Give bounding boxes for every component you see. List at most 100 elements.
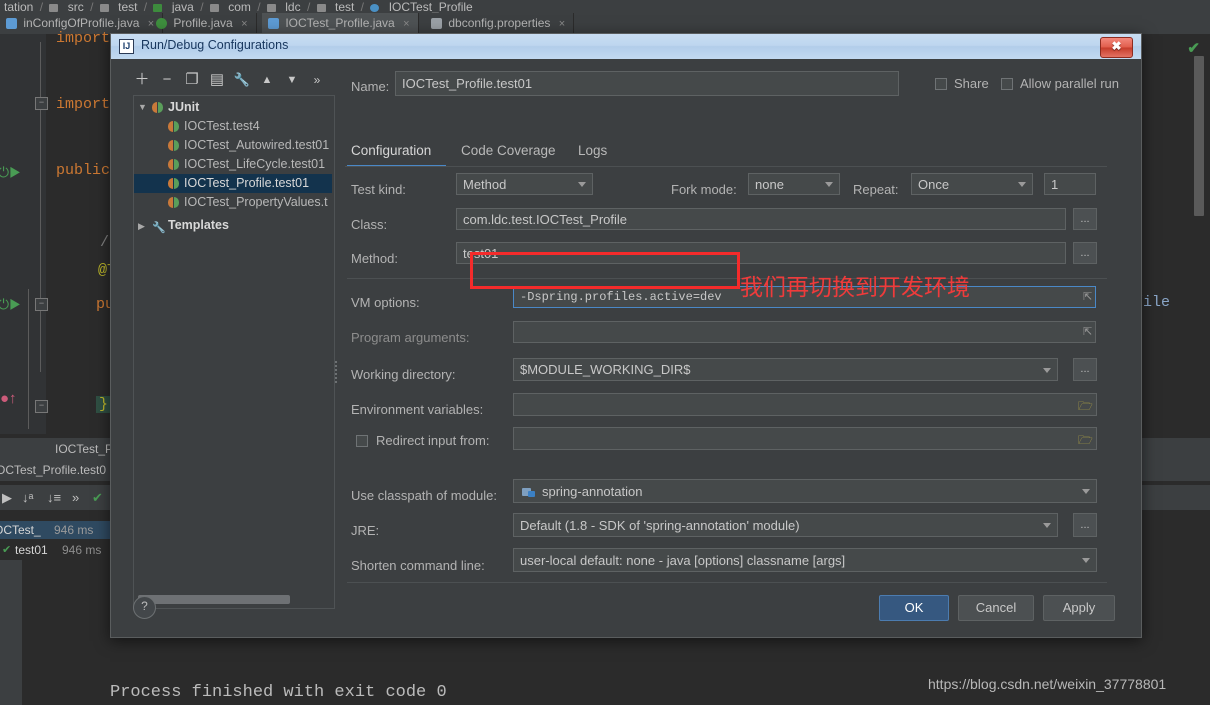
working-directory-input[interactable]: $MODULE_WORKING_DIR$ bbox=[513, 358, 1058, 381]
fold-collapse-icon[interactable]: − bbox=[35, 298, 48, 311]
environment-variables-input[interactable] bbox=[513, 393, 1097, 416]
test-passed-icon: ✔ bbox=[2, 544, 12, 556]
tree-node-junit[interactable]: ▼ JUnit bbox=[134, 98, 332, 117]
cancel-button[interactable]: Cancel bbox=[958, 595, 1034, 621]
classpath-module-select[interactable]: spring-annotation bbox=[513, 479, 1097, 503]
program-arguments-input[interactable] bbox=[513, 321, 1096, 343]
chevron-down-icon[interactable] bbox=[1018, 182, 1026, 187]
breadcrumb-item[interactable]: src bbox=[64, 0, 84, 14]
jre-browse-button[interactable]: ... bbox=[1073, 513, 1097, 537]
fork-mode-select[interactable]: none bbox=[748, 173, 840, 195]
chevron-down-icon[interactable] bbox=[1082, 558, 1090, 563]
test-kind-select[interactable]: Method bbox=[456, 173, 593, 195]
editor-tab[interactable]: dbconfig.properties × bbox=[425, 13, 575, 34]
remove-icon[interactable]: − bbox=[158, 67, 176, 93]
chevron-down-icon[interactable] bbox=[1043, 367, 1051, 373]
check-icon[interactable]: ✔ bbox=[92, 485, 103, 510]
dialog-titlebar[interactable]: IJ Run/Debug Configurations ✖ bbox=[111, 34, 1141, 60]
chevron-right-icon[interactable]: ▶ bbox=[138, 217, 145, 236]
tree-item-ioctest-profile[interactable]: IOCTest_Profile.test01 bbox=[134, 174, 332, 193]
name-input[interactable]: IOCTest_Profile.test01 bbox=[395, 71, 899, 96]
add-icon[interactable]: ＋ bbox=[133, 67, 151, 93]
method-input[interactable]: test01 bbox=[456, 242, 1066, 264]
redirect-input-field[interactable] bbox=[513, 427, 1097, 450]
inspection-ok-icon: ✔ bbox=[1187, 40, 1200, 57]
tree-item-ioctest-lifecycle[interactable]: IOCTest_LifeCycle.test01 bbox=[134, 155, 332, 174]
chevron-down-icon[interactable]: ▼ bbox=[138, 98, 147, 117]
breadcrumb-item[interactable]: ldc bbox=[281, 0, 300, 14]
rerun-icon[interactable]: ▶ bbox=[2, 485, 12, 510]
sort-alpha-icon[interactable]: ↓ᵃ bbox=[22, 485, 33, 510]
editor-tab-active[interactable]: IOCTest_Profile.java × bbox=[262, 13, 419, 34]
more-icon[interactable]: » bbox=[308, 67, 326, 93]
move-down-icon[interactable]: ▼ bbox=[283, 67, 301, 93]
close-icon[interactable]: ✖ bbox=[1100, 37, 1133, 58]
test-result-name: OCTest_ bbox=[0, 523, 41, 537]
copy-icon[interactable]: ❐ bbox=[183, 67, 201, 93]
help-button[interactable]: ? bbox=[133, 596, 156, 619]
allow-parallel-run-checkbox[interactable] bbox=[1001, 78, 1013, 90]
chevron-down-icon[interactable] bbox=[1082, 489, 1090, 494]
chevron-down-icon[interactable] bbox=[825, 182, 833, 187]
configurations-tree[interactable]: ▼ JUnit IOCTest.test4 IOCTest_Autowired.… bbox=[133, 95, 335, 609]
move-up-icon[interactable]: ▲ bbox=[258, 67, 276, 93]
breadcrumb-item[interactable]: IOCTest_Profile bbox=[385, 0, 473, 14]
close-icon[interactable]: × bbox=[559, 18, 565, 30]
close-icon[interactable]: × bbox=[403, 18, 409, 30]
save-icon[interactable]: ▤ bbox=[208, 67, 226, 93]
dialog-body: ＋ − ❐ ▤ 🔧 ▲ ▼ » ▼ JUnit IOCTest.test4 IO… bbox=[111, 59, 1141, 637]
modified-marker-icon: ●↑ bbox=[0, 390, 17, 407]
sort-duration-icon[interactable]: ↓≡ bbox=[47, 485, 61, 510]
jre-select[interactable]: Default (1.8 - SDK of 'spring-annotation… bbox=[513, 513, 1058, 537]
junit-icon bbox=[168, 197, 179, 208]
class-input[interactable]: com.ldc.test.IOCTest_Profile bbox=[456, 208, 1066, 230]
tree-node-templates[interactable]: ▶ 🔧 Templates bbox=[134, 216, 332, 235]
name-label: Name: bbox=[351, 79, 390, 94]
working-directory-browse-button[interactable]: ... bbox=[1073, 358, 1097, 381]
annotation-file-icon bbox=[156, 18, 167, 29]
ok-button[interactable]: OK bbox=[879, 595, 949, 621]
expand-editor-icon[interactable]: ⇱ bbox=[1083, 290, 1092, 303]
junit-icon bbox=[168, 140, 179, 151]
folder-browse-icon[interactable]: 🗁 bbox=[1078, 431, 1093, 452]
junit-icon bbox=[168, 121, 179, 132]
editor-scrollbar[interactable] bbox=[1194, 56, 1204, 216]
expand-editor-icon[interactable]: ⇱ bbox=[1083, 325, 1092, 338]
run-config-tab[interactable]: OCTest_Profile.test0 bbox=[0, 459, 106, 481]
run-panel-title: IOCTest_P bbox=[55, 442, 114, 456]
breadcrumb-item[interactable]: test bbox=[331, 0, 354, 14]
breadcrumb-item[interactable]: tation bbox=[0, 0, 33, 14]
tab-logs[interactable]: Logs bbox=[578, 143, 607, 158]
more-icon[interactable]: » bbox=[72, 485, 79, 510]
folder-browse-icon[interactable]: 🗁 bbox=[1078, 397, 1093, 418]
shorten-command-line-select[interactable]: user-local default: none - java [options… bbox=[513, 548, 1097, 572]
editor-tab[interactable]: Profile.java × bbox=[150, 13, 257, 34]
tree-item-ioctest-autowired[interactable]: IOCTest_Autowired.test01 bbox=[134, 136, 332, 155]
breadcrumb-item[interactable]: com bbox=[224, 0, 251, 14]
repeat-count-input[interactable]: 1 bbox=[1044, 173, 1096, 195]
tree-horizontal-scrollbar[interactable] bbox=[138, 595, 290, 604]
folder-icon bbox=[209, 4, 219, 12]
fold-guide-line bbox=[28, 289, 29, 429]
fold-collapse-icon[interactable]: − bbox=[35, 400, 48, 413]
redirect-input-checkbox[interactable] bbox=[356, 435, 368, 447]
chevron-down-icon[interactable] bbox=[1043, 523, 1051, 528]
repeat-select[interactable]: Once bbox=[911, 173, 1033, 195]
folder-icon bbox=[316, 4, 326, 12]
class-browse-button[interactable]: ... bbox=[1073, 208, 1097, 230]
tree-item-ioctest-propertyvalues[interactable]: IOCTest_PropertyValues.t bbox=[134, 193, 332, 212]
class-label: Class: bbox=[351, 217, 388, 232]
fold-collapse-icon[interactable]: − bbox=[35, 97, 48, 110]
panel-splitter[interactable] bbox=[333, 359, 339, 395]
chevron-down-icon[interactable] bbox=[578, 182, 586, 187]
tab-configuration[interactable]: Configuration bbox=[351, 143, 431, 158]
settings-wrench-icon[interactable]: 🔧 bbox=[233, 67, 251, 93]
tree-item-ioctest-test4[interactable]: IOCTest.test4 bbox=[134, 117, 332, 136]
method-browse-button[interactable]: ... bbox=[1073, 242, 1097, 264]
tab-code-coverage[interactable]: Code Coverage bbox=[461, 143, 556, 158]
apply-button[interactable]: Apply bbox=[1043, 595, 1115, 621]
close-icon[interactable]: × bbox=[241, 18, 247, 30]
breadcrumb-item[interactable]: test bbox=[114, 0, 137, 14]
breadcrumb-item[interactable]: java bbox=[168, 0, 194, 14]
share-checkbox[interactable] bbox=[935, 78, 947, 90]
